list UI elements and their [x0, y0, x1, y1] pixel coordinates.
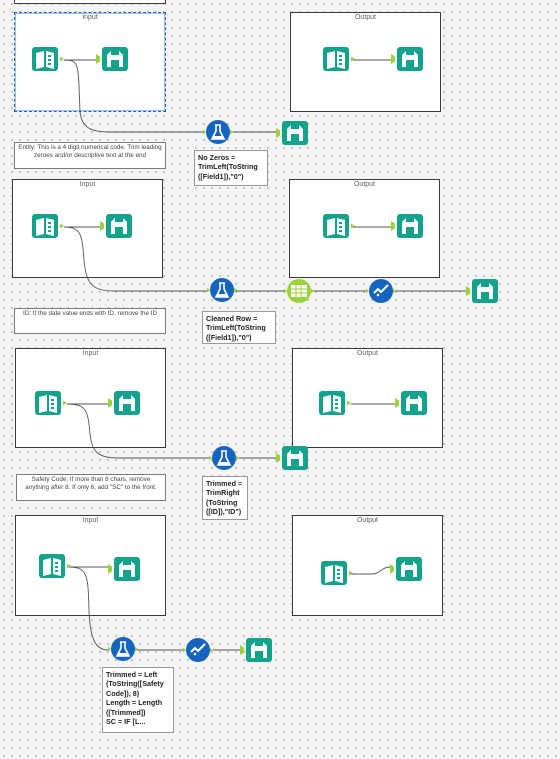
check-filter-icon[interactable]	[183, 636, 213, 666]
input-data-book-icon[interactable]	[321, 559, 353, 589]
check-filter-icon[interactable]	[366, 277, 396, 307]
input-data-book-icon[interactable]	[35, 389, 67, 419]
input-data-book-icon[interactable]	[323, 45, 355, 75]
wire	[68, 566, 109, 651]
browse-binoculars-icon[interactable]	[391, 212, 423, 242]
browse-binoculars-icon[interactable]	[240, 636, 272, 666]
input-data-book-icon[interactable]	[32, 212, 64, 242]
browse-binoculars-icon[interactable]	[466, 277, 498, 307]
formula-flask-icon[interactable]	[209, 444, 239, 474]
input-data-book-icon[interactable]	[323, 212, 355, 242]
browse-binoculars-icon[interactable]	[108, 389, 140, 419]
browse-binoculars-icon[interactable]	[276, 119, 308, 149]
input-data-book-icon[interactable]	[32, 45, 64, 75]
browse-binoculars-icon[interactable]	[391, 45, 423, 75]
formula-flask-icon[interactable]	[108, 635, 138, 665]
browse-binoculars-icon[interactable]	[100, 212, 132, 242]
browse-binoculars-icon[interactable]	[96, 45, 128, 75]
formula-flask-icon[interactable]	[207, 276, 237, 306]
browse-binoculars-icon[interactable]	[108, 555, 140, 585]
wire	[63, 226, 207, 292]
input-data-book-icon[interactable]	[319, 389, 351, 419]
select-columns-icon[interactable]	[284, 277, 314, 307]
workflow-canvas[interactable]: Input Output Entity: This is a 4 digit n…	[0, 0, 560, 759]
formula-flask-icon[interactable]	[203, 118, 233, 148]
wire	[350, 566, 391, 575]
browse-binoculars-icon[interactable]	[276, 444, 308, 474]
browse-binoculars-icon[interactable]	[395, 389, 427, 419]
browse-binoculars-icon[interactable]	[390, 555, 422, 585]
wire	[63, 59, 203, 133]
input-data-book-icon[interactable]	[39, 552, 71, 582]
connection-wires	[63, 59, 466, 651]
